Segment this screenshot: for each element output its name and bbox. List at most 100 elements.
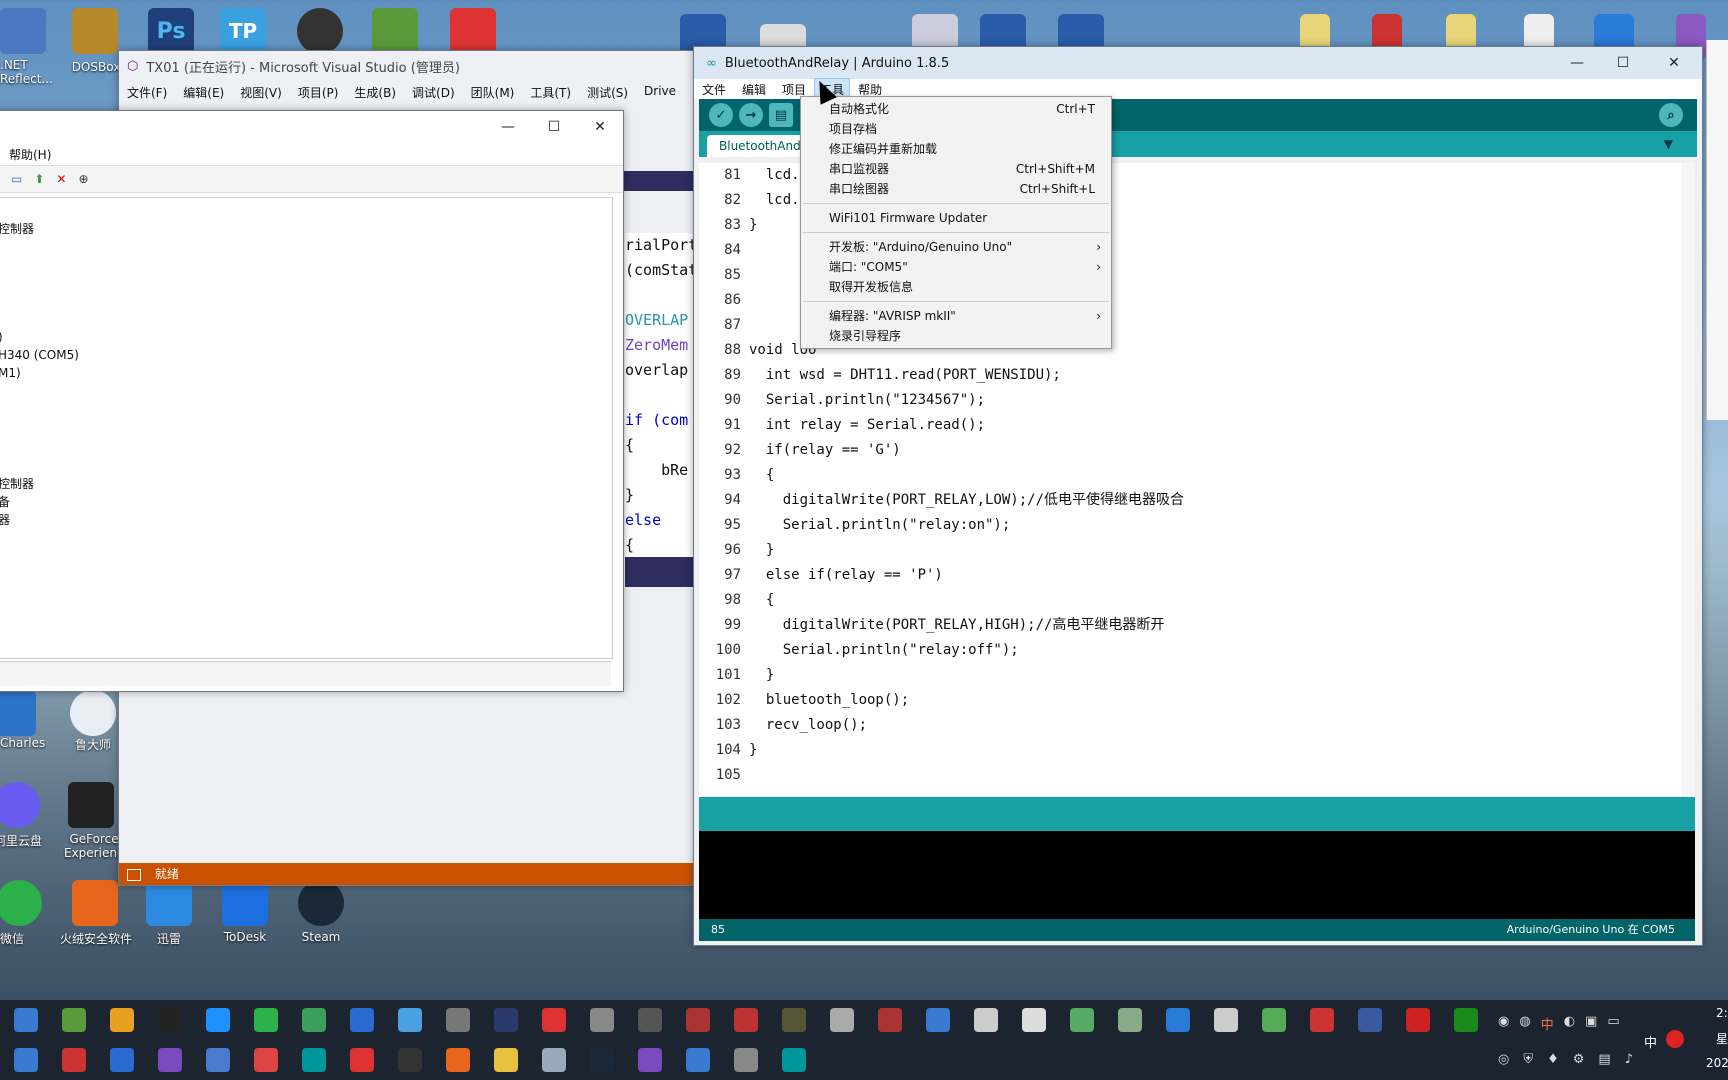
taskbar-app-icon[interactable] <box>1166 1008 1190 1032</box>
sogou-icon[interactable] <box>1666 1030 1684 1048</box>
tools-menu-item[interactable]: 串口绘图器 Ctrl+Shift+L <box>801 179 1111 199</box>
vs-menu-view[interactable]: 视图(V) <box>232 81 290 104</box>
taskbar-app-icon[interactable] <box>1214 1008 1238 1032</box>
tools-menu-item[interactable]: 项目存档 <box>801 119 1111 139</box>
taskbar-app-icon[interactable] <box>350 1048 374 1072</box>
taskbar-app-icon[interactable] <box>638 1048 662 1072</box>
taskbar-app-icon[interactable] <box>494 1008 518 1032</box>
eraser-icon[interactable] <box>450 8 496 54</box>
tray-app-icon[interactable]: ◍ <box>1519 1014 1530 1033</box>
tab-menu-chevron-icon[interactable]: ▼ <box>1664 137 1673 151</box>
close-button[interactable]: ✕ <box>1646 48 1702 78</box>
network-icon[interactable]: ▤ <box>1598 1052 1610 1067</box>
taskbar-app-icon[interactable] <box>254 1048 278 1072</box>
shield-icon[interactable]: ⛨ <box>1523 1052 1533 1067</box>
vs-menu-drive[interactable]: Drive <box>636 81 684 104</box>
minimize-button[interactable]: — <box>485 112 531 142</box>
taskbar-app-icon[interactable] <box>206 1008 230 1032</box>
taskbar-app-icon[interactable] <box>734 1048 758 1072</box>
taskbar-app-icon[interactable] <box>638 1008 662 1032</box>
taskbar-app-icon[interactable] <box>878 1008 902 1032</box>
obs-icon[interactable] <box>297 8 343 54</box>
menu-file[interactable]: 文件 <box>694 78 734 101</box>
taskbar-app-icon[interactable] <box>446 1008 470 1032</box>
new-button[interactable]: ▤ <box>769 103 793 127</box>
tray-ime-icon[interactable]: 中 <box>1541 1014 1554 1033</box>
teleport-icon[interactable]: TP <box>220 8 266 54</box>
tree-item[interactable]: 备 <box>0 493 10 510</box>
taskbar-app-icon[interactable] <box>350 1008 374 1032</box>
upload-button[interactable]: → <box>739 103 763 127</box>
minimize-button[interactable]: — <box>1554 48 1600 78</box>
taskbar-app-icon[interactable] <box>782 1048 806 1072</box>
tray-app-icon[interactable]: ⚙ <box>1573 1052 1585 1067</box>
tools-menu-item[interactable]: 自动格式化 Ctrl+T <box>801 99 1111 119</box>
taskbar-app-icon[interactable] <box>302 1048 326 1072</box>
taskbar-app-icon[interactable] <box>446 1048 470 1072</box>
tools-menu-item[interactable]: 修正编码并重新加载 <box>801 139 1111 159</box>
tree-item[interactable]: M1) <box>0 366 21 380</box>
taskbar-app-icon[interactable] <box>158 1048 182 1072</box>
taskbar-app-icon[interactable] <box>1310 1008 1334 1032</box>
taskbar-app-icon[interactable] <box>830 1008 854 1032</box>
taskbar-app-icon[interactable] <box>974 1008 998 1032</box>
close-button[interactable]: ✕ <box>577 112 623 142</box>
vs-menu-team[interactable]: 团队(M) <box>463 81 523 104</box>
taskbar-app-icon[interactable] <box>782 1008 806 1032</box>
maximize-button[interactable]: ☐ <box>1600 48 1646 78</box>
taskbar-app-icon[interactable] <box>62 1048 86 1072</box>
vs-menu-test[interactable]: 测试(S) <box>579 81 636 104</box>
code-line[interactable]: 103 recv_loop(); <box>699 713 1689 738</box>
tools-menu-item[interactable]: 取得开发板信息 <box>801 277 1111 297</box>
update-driver-icon[interactable]: ⬆ <box>34 172 44 186</box>
code-line[interactable]: 95 Serial.println("relay:on"); <box>699 513 1689 538</box>
taskbar-app-icon[interactable] <box>1118 1008 1142 1032</box>
dm-menu-help[interactable]: 帮助(H) <box>1 143 59 165</box>
uninstall-icon[interactable]: ✕ <box>56 172 66 186</box>
taskbar-app-icon[interactable] <box>254 1008 278 1032</box>
tools-menu-item[interactable]: 端口: "COM5" › <box>801 257 1111 277</box>
tray-app-icon[interactable]: ◐ <box>1564 1014 1575 1033</box>
taskbar-app-icon[interactable] <box>542 1008 566 1032</box>
menu-edit[interactable]: 编辑 <box>734 78 774 101</box>
taskbar-app-icon[interactable] <box>110 1008 134 1032</box>
device-manager-window[interactable]: — ☐ ✕ 帮助(H) ▭ ⬆ ✕ ⊕ 控制器 ) H340 (COM5) M1… <box>0 110 624 692</box>
code-line[interactable]: 90 Serial.println("1234567"); <box>699 388 1689 413</box>
code-line[interactable]: 104} <box>699 738 1689 763</box>
dm-device-tree[interactable]: 控制器 ) H340 (COM5) M1) 控制器 备 器 <box>0 197 613 659</box>
taskbar-app-icon[interactable] <box>590 1008 614 1032</box>
code-line[interactable]: 96 } <box>699 538 1689 563</box>
code-line[interactable]: 99 digitalWrite(PORT_RELAY,HIGH);//高电平继电… <box>699 613 1689 638</box>
code-line[interactable]: 100 Serial.println("relay:off"); <box>699 638 1689 663</box>
taskbar-app-icon[interactable] <box>1262 1008 1286 1032</box>
code-line[interactable]: 97 else if(relay == 'P') <box>699 563 1689 588</box>
monitor-icon[interactable]: ▭ <box>11 172 22 186</box>
vs-menu-project[interactable]: 项目(P) <box>290 81 347 104</box>
taskbar-app-icon[interactable] <box>14 1008 38 1032</box>
taskbar-app-icon[interactable] <box>1406 1008 1430 1032</box>
editor-scrollbar[interactable] <box>1681 163 1695 803</box>
tree-item[interactable]: 控制器 <box>0 475 34 492</box>
taskbar-app-icon[interactable] <box>302 1008 326 1032</box>
download-icon[interactable]: ⊕ <box>78 172 88 186</box>
tools-menu-item[interactable]: 编程器: "AVRISP mkII" › <box>801 306 1111 326</box>
taskbar-app-icon[interactable] <box>734 1008 758 1032</box>
taskbar-app-icon[interactable] <box>1454 1008 1478 1032</box>
tray-app-icon[interactable]: ▣ <box>1585 1014 1597 1033</box>
tray-app-icon[interactable]: ▭ <box>1607 1014 1619 1033</box>
taskbar-app-icon[interactable] <box>158 1008 182 1032</box>
vs-menu-debug[interactable]: 调试(D) <box>404 81 463 104</box>
tools-menu-item[interactable]: WiFi101 Firmware Updater <box>801 208 1111 228</box>
taskbar-app-icon[interactable] <box>14 1048 38 1072</box>
taskbar-app-icon[interactable] <box>542 1048 566 1072</box>
code-line[interactable]: 102 bluetooth_loop(); <box>699 688 1689 713</box>
tray-day[interactable]: 星 <box>1716 1030 1728 1047</box>
tree-item-ch340[interactable]: H340 (COM5) <box>0 348 79 362</box>
notepad-icon[interactable] <box>372 8 418 54</box>
code-line[interactable]: 89 int wsd = DHT11.read(PORT_WENSIDU); <box>699 363 1689 388</box>
maximize-button[interactable]: ☐ <box>531 112 577 142</box>
tools-menu-item[interactable]: 串口监视器 Ctrl+Shift+M <box>801 159 1111 179</box>
code-line[interactable]: 93 { <box>699 463 1689 488</box>
vs-menu-edit[interactable]: 编辑(E) <box>175 81 232 104</box>
volume-icon[interactable]: ♪ <box>1625 1052 1633 1067</box>
